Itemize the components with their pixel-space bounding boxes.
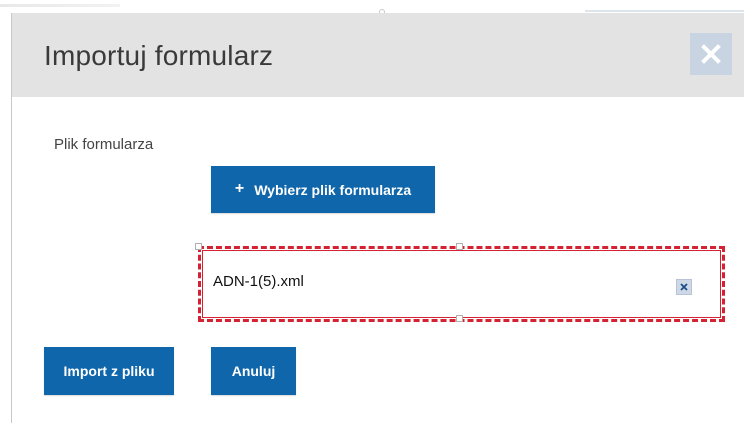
remove-file-button[interactable] <box>676 279 692 295</box>
selection-handle <box>195 243 202 250</box>
selection-handle <box>456 243 463 250</box>
import-from-file-button[interactable]: Import z pliku <box>44 347 174 395</box>
choose-file-label: Wybierz plik formularza <box>254 181 412 198</box>
selected-file-item: ADN-1(5).xml <box>195 243 725 322</box>
close-button[interactable] <box>690 33 732 75</box>
dialog-header: Importuj formularz <box>12 13 744 97</box>
selection-handle <box>456 315 463 322</box>
selected-file-name: ADN-1(5).xml <box>213 273 304 290</box>
background-decoration <box>0 4 120 7</box>
background-decoration <box>585 10 744 12</box>
import-dialog: Importuj formularz Plik formularza + Wyb… <box>11 13 744 423</box>
dialog-title: Importuj formularz <box>44 40 274 71</box>
plus-icon: + <box>234 180 245 197</box>
cancel-button[interactable]: Anuluj <box>211 347 296 395</box>
remove-icon <box>680 283 688 291</box>
file-field-label: Plik formularza <box>54 136 154 153</box>
page: Importuj formularz Plik formularza + Wyb… <box>0 0 744 423</box>
close-icon <box>701 44 721 64</box>
choose-file-button[interactable]: + Wybierz plik formularza <box>211 166 435 213</box>
